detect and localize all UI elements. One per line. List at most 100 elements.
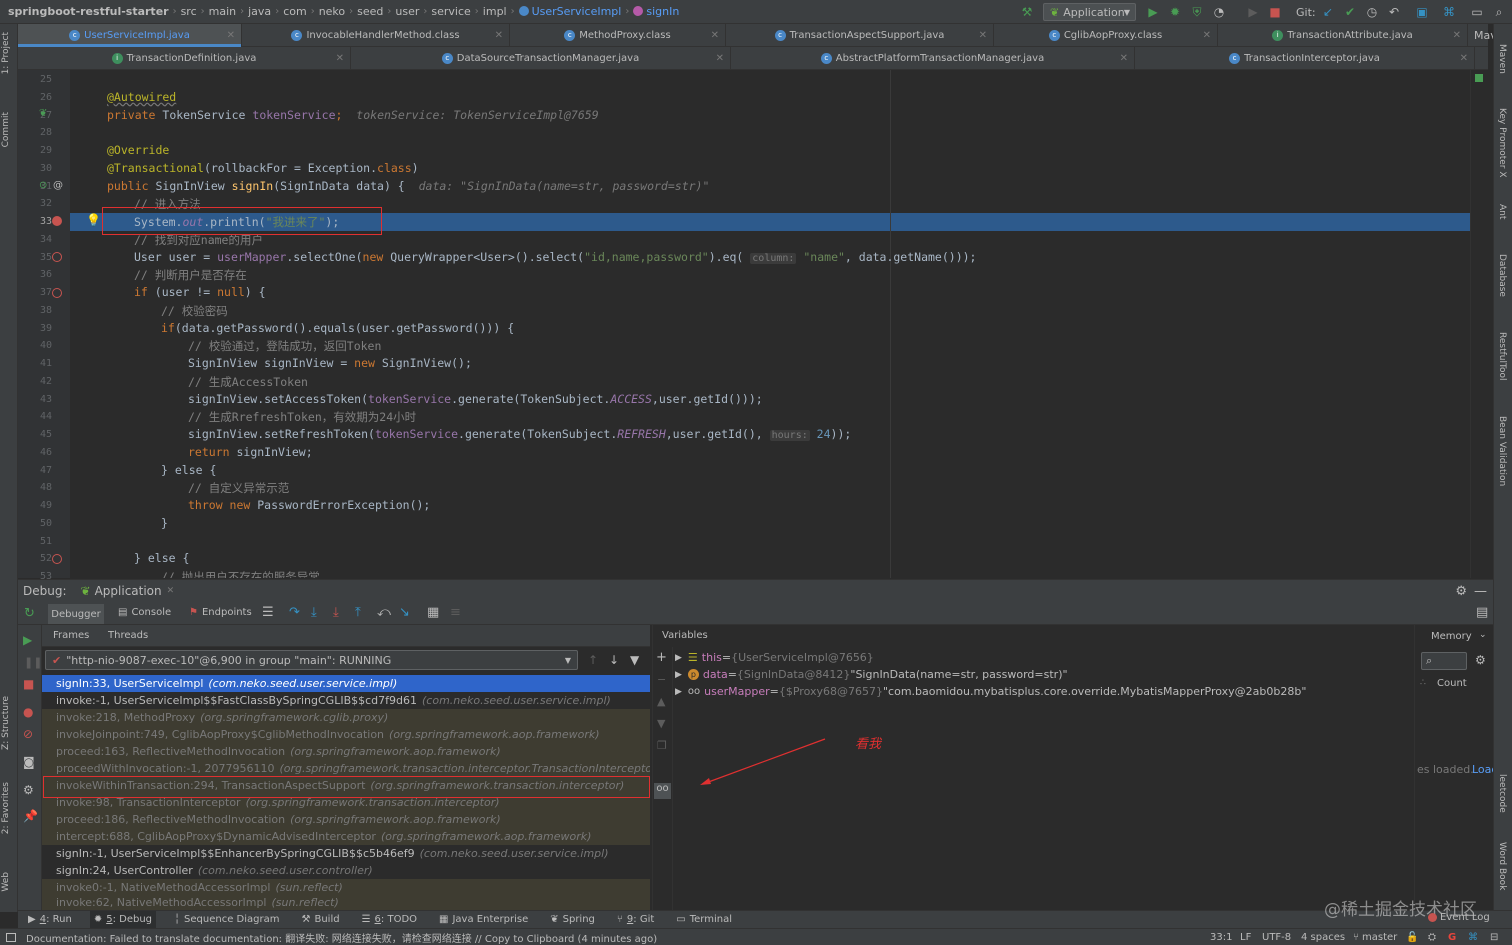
- breakpoint-icon[interactable]: [52, 216, 62, 226]
- evaluate-expression-icon[interactable]: ▦: [427, 605, 439, 620]
- coverage-icon[interactable]: ⛨: [1189, 4, 1205, 20]
- tab-methodproxy[interactable]: c MethodProxy.class ✕: [510, 24, 726, 46]
- variable-row-usermapper[interactable]: ▶ oo userMapper = {$Proxy68@7657} "com.bao…: [675, 683, 1306, 700]
- file-encoding[interactable]: UTF-8: [1262, 932, 1291, 943]
- tool-java-enterprise[interactable]: ▦ Java Enterprise: [435, 911, 532, 928]
- breadcrumb-service[interactable]: service: [427, 5, 474, 18]
- tool-run[interactable]: ▶ 4: Run: [24, 911, 76, 928]
- tab-debugger[interactable]: Debugger: [48, 604, 104, 624]
- translate-icon[interactable]: ⌘: [1468, 932, 1478, 943]
- breadcrumb-project[interactable]: springboot-restful-starter: [0, 5, 173, 18]
- expand-arrow-icon[interactable]: ▶: [675, 653, 682, 663]
- close-icon[interactable]: ✕: [167, 586, 175, 596]
- load-classes-link[interactable]: Load: [1472, 763, 1493, 776]
- ant-tool-button[interactable]: Ant: [1497, 204, 1507, 219]
- frame-row[interactable]: signIn:-1, UserServiceImpl$$EnhancerBySp…: [42, 845, 650, 862]
- tab-transactioninterceptor[interactable]: c TransactionInterceptor.java ✕: [1135, 47, 1475, 69]
- line-separator[interactable]: LF: [1240, 932, 1251, 943]
- frame-row[interactable]: invoke:-1, UserServiceImpl$$FastClassByS…: [42, 692, 650, 709]
- spring-bean-icon[interactable]: ❦: [39, 108, 47, 119]
- arrow-down-icon[interactable]: ↓: [609, 653, 619, 667]
- tool-build[interactable]: ⚒ Build: [298, 911, 344, 928]
- attach-icon[interactable]: ▶: [1245, 4, 1261, 20]
- layout-icon[interactable]: ▤: [1476, 605, 1488, 620]
- database-tool-button[interactable]: Database: [1497, 254, 1507, 297]
- git-commit-icon[interactable]: ✔: [1342, 4, 1358, 20]
- run-icon[interactable]: ▶: [1145, 4, 1161, 20]
- web-tool-button[interactable]: Web: [1, 872, 11, 892]
- favorites-tool-button[interactable]: 2: Favorites: [1, 782, 11, 834]
- move-up-icon[interactable]: ▲: [657, 695, 665, 708]
- override-icon[interactable]: @: [53, 180, 63, 191]
- variable-row-this[interactable]: ▶ ☰ this = {UserServiceImpl@7656}: [675, 649, 874, 666]
- tab-datasourcetransactionmanager[interactable]: c DataSourceTransactionManager.java ✕: [351, 47, 731, 69]
- project-tool-button[interactable]: 1: Project: [1, 32, 11, 74]
- tab-transactionattribute[interactable]: i TransactionAttribute.java ✕: [1218, 24, 1468, 46]
- tab-console[interactable]: ▤ Console: [118, 607, 171, 618]
- profile-icon[interactable]: ◔: [1211, 4, 1227, 20]
- tool-todo[interactable]: ☰ 6: TODO: [358, 911, 421, 928]
- force-step-into-icon[interactable]: ⤓: [333, 605, 339, 620]
- window-layout-icon[interactable]: ▭: [1469, 4, 1485, 20]
- event-log-button[interactable]: Event Log: [1428, 912, 1490, 923]
- resume-icon[interactable]: ▶: [23, 633, 32, 647]
- settings-icon[interactable]: ⚙: [23, 783, 34, 797]
- git-history-icon[interactable]: ◷: [1364, 4, 1380, 20]
- search-icon[interactable]: ⌕: [1491, 4, 1507, 20]
- frame-row[interactable]: signIn:24, UserController (com.neko.seed.…: [42, 862, 650, 879]
- close-icon[interactable]: ✕: [711, 30, 719, 41]
- breakpoint-icon[interactable]: [52, 554, 62, 564]
- add-icon[interactable]: +: [656, 650, 667, 665]
- tool-git[interactable]: ⑂ 9: Git: [613, 911, 658, 928]
- step-into-icon[interactable]: ⤓: [311, 605, 317, 620]
- gear-icon[interactable]: ⚙: [1455, 584, 1467, 599]
- tab-endpoints[interactable]: ⚑ Endpoints: [189, 607, 252, 618]
- frame-row[interactable]: intercept:688, CglibAopProxy$DynamicAdvi…: [42, 828, 650, 845]
- breadcrumb-java[interactable]: java: [244, 5, 275, 18]
- menu-icon[interactable]: ☰: [262, 605, 274, 620]
- close-icon[interactable]: ✕: [716, 53, 724, 64]
- tab-frames[interactable]: Frames: [53, 630, 89, 641]
- lightbulb-icon[interactable]: 💡: [86, 213, 101, 227]
- thread-select[interactable]: ✔ "http-nio-9087-exec-10"@6,900 in group …: [45, 650, 578, 670]
- tab-transactiondefinition[interactable]: i TransactionDefinition.java ✕: [18, 47, 351, 69]
- pin-icon[interactable]: 📌: [23, 809, 38, 823]
- frame-row[interactable]: proceed:186, ReflectiveMethodInvocation (…: [42, 811, 650, 828]
- minimize-icon[interactable]: —: [1474, 584, 1487, 599]
- debug-session-tab[interactable]: ❦ Application ✕: [81, 584, 175, 598]
- close-icon[interactable]: ✕: [1453, 30, 1461, 41]
- maven-tool-button[interactable]: Maven: [1497, 44, 1507, 74]
- implementation-icon[interactable]: ⊙: [39, 180, 47, 191]
- commit-tool-button[interactable]: Commit: [1, 112, 11, 147]
- frame-row[interactable]: proceed:163, ReflectiveMethodInvocation (…: [42, 743, 650, 760]
- close-icon[interactable]: ✕: [336, 53, 344, 64]
- indent-setting[interactable]: 4 spaces: [1301, 932, 1345, 943]
- structure-tool-button[interactable]: Z: Structure: [1, 696, 11, 750]
- close-icon[interactable]: ✕: [227, 30, 235, 41]
- close-icon[interactable]: ✕: [1460, 53, 1468, 64]
- memory-search-input[interactable]: ⌕: [1421, 652, 1467, 670]
- lock-icon[interactable]: 🔓: [1406, 932, 1418, 943]
- breadcrumb-src[interactable]: src: [177, 5, 201, 18]
- arrow-up-icon[interactable]: ↑: [588, 653, 598, 667]
- mute-breakpoints-icon[interactable]: ⊘: [23, 727, 33, 741]
- close-icon[interactable]: ✕: [1203, 30, 1211, 41]
- close-icon[interactable]: ✕: [1120, 53, 1128, 64]
- copy-icon[interactable]: ❐: [657, 739, 667, 752]
- tab-invocablehandlermethod[interactable]: c InvocableHandlerMethod.class ✕: [242, 24, 510, 46]
- debug-bug-icon[interactable]: ✹: [1167, 4, 1183, 20]
- step-over-icon[interactable]: ↷: [289, 605, 300, 620]
- tab-threads[interactable]: Threads: [108, 630, 148, 641]
- close-icon[interactable]: ✕: [495, 30, 503, 41]
- google-icon[interactable]: G: [1448, 932, 1456, 943]
- breadcrumb-neko[interactable]: neko: [315, 5, 349, 18]
- frame-row[interactable]: signIn:33, UserServiceImpl (com.neko.seed…: [42, 675, 650, 692]
- tool-terminal[interactable]: ▭ Terminal: [672, 911, 736, 928]
- build-hammer-icon[interactable]: ⚒: [1019, 4, 1035, 20]
- translate-icon[interactable]: ⌘: [1441, 4, 1457, 20]
- step-out-icon[interactable]: ⤒: [355, 605, 361, 620]
- chevron-down-icon[interactable]: ⌄: [1479, 630, 1487, 640]
- rollback-icon[interactable]: ↶: [1386, 4, 1402, 20]
- editor-scrollbar[interactable]: [1470, 70, 1493, 578]
- variable-row-data[interactable]: ▶ p data = {SignInData@8412} "SignInData(n…: [675, 666, 1068, 683]
